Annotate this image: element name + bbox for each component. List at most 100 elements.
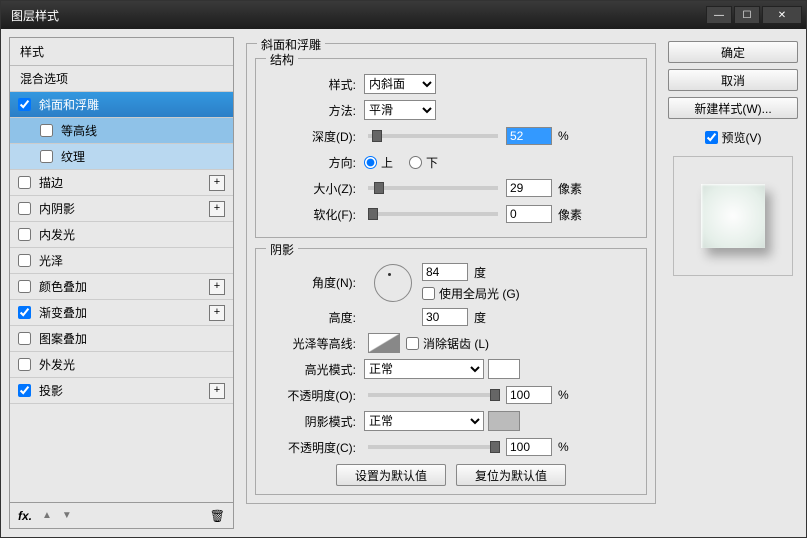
titlebar[interactable]: 图层样式 — ☐ ✕ [1, 1, 806, 29]
color-overlay-label: 颜色叠加 [39, 278, 87, 295]
add-drop-shadow-icon[interactable]: + [209, 383, 225, 399]
drop-shadow-checkbox[interactable] [18, 384, 31, 397]
effect-texture[interactable]: 纹理 [10, 144, 233, 170]
inner-shadow-checkbox[interactable] [18, 202, 31, 215]
move-up-icon[interactable]: ▲ [42, 510, 52, 521]
structure-legend: 结构 [266, 51, 298, 68]
sh-color-swatch[interactable] [488, 411, 520, 431]
dir-up-radio[interactable]: 上 [364, 154, 393, 171]
effects-header: 样式 [10, 38, 233, 66]
direction-label: 方向: [264, 154, 356, 171]
outer-glow-label: 外发光 [39, 356, 75, 373]
preview-checkbox[interactable]: 预览(V) [668, 129, 798, 146]
depth-slider[interactable] [368, 134, 498, 138]
window-title: 图层样式 [11, 7, 59, 24]
gloss-label: 光泽等高线: [264, 335, 356, 352]
depth-input[interactable] [506, 127, 552, 145]
size-input[interactable] [506, 179, 552, 197]
satin-checkbox[interactable] [18, 254, 31, 267]
hl-mode-select[interactable]: 正常 [364, 359, 484, 379]
size-label: 大小(Z): [264, 180, 356, 197]
effect-stroke[interactable]: 描边 + [10, 170, 233, 196]
close-button[interactable]: ✕ [762, 6, 802, 24]
effect-inner-glow[interactable]: 内发光 [10, 222, 233, 248]
soften-input[interactable] [506, 205, 552, 223]
minimize-button[interactable]: — [706, 6, 732, 24]
cancel-button[interactable]: 取消 [668, 69, 798, 91]
altitude-input[interactable] [422, 308, 468, 326]
add-color-overlay-icon[interactable]: + [209, 279, 225, 295]
move-down-icon[interactable]: ▼ [62, 510, 72, 521]
effect-satin[interactable]: 光泽 [10, 248, 233, 274]
sh-opacity-label: 不透明度(C): [264, 439, 356, 456]
blend-options-row[interactable]: 混合选项 [10, 66, 233, 92]
sh-opacity-unit: % [558, 440, 569, 454]
texture-label: 纹理 [61, 148, 85, 165]
trash-icon[interactable]: 🗑 [210, 509, 225, 523]
pattern-overlay-checkbox[interactable] [18, 332, 31, 345]
outer-glow-checkbox[interactable] [18, 358, 31, 371]
depth-unit: % [558, 129, 569, 143]
fx-icon[interactable]: fx. [18, 509, 32, 523]
effect-inner-shadow[interactable]: 内阴影 + [10, 196, 233, 222]
action-panel: 确定 取消 新建样式(W)... 预览(V) [668, 37, 798, 529]
technique-select[interactable]: 平滑 [364, 100, 436, 120]
new-style-button[interactable]: 新建样式(W)... [668, 97, 798, 119]
blend-options-label: 混合选项 [20, 70, 68, 87]
effect-color-overlay[interactable]: 颜色叠加 + [10, 274, 233, 300]
ok-button[interactable]: 确定 [668, 41, 798, 63]
effect-drop-shadow[interactable]: 投影 + [10, 378, 233, 404]
inner-glow-checkbox[interactable] [18, 228, 31, 241]
contour-checkbox[interactable] [40, 124, 53, 137]
add-gradient-overlay-icon[interactable]: + [209, 305, 225, 321]
color-overlay-checkbox[interactable] [18, 280, 31, 293]
gloss-contour-swatch[interactable] [368, 333, 400, 353]
bevel-group: 斜面和浮雕 结构 样式: 内斜面 方法: 平滑 深度(D): [246, 43, 656, 504]
global-light-check[interactable]: 使用全局光 (G) [422, 285, 520, 302]
inner-shadow-label: 内阴影 [39, 200, 75, 217]
size-slider[interactable] [368, 186, 498, 190]
altitude-unit: 度 [474, 309, 486, 326]
reset-default-button[interactable]: 复位为默认值 [456, 464, 566, 486]
texture-checkbox[interactable] [40, 150, 53, 163]
sh-mode-label: 阴影模式: [264, 413, 356, 430]
hl-color-swatch[interactable] [488, 359, 520, 379]
add-inner-shadow-icon[interactable]: + [209, 201, 225, 217]
sh-opacity-slider[interactable] [368, 445, 498, 449]
soften-slider[interactable] [368, 212, 498, 216]
shading-group: 阴影 角度(N): 度 使用全局光 (G) 高度: [255, 248, 647, 495]
style-label: 样式: [264, 76, 356, 93]
sh-opacity-input[interactable] [506, 438, 552, 456]
sh-mode-select[interactable]: 正常 [364, 411, 484, 431]
effect-bevel-emboss[interactable]: 斜面和浮雕 [10, 92, 233, 118]
effect-gradient-overlay[interactable]: 渐变叠加 + [10, 300, 233, 326]
add-stroke-icon[interactable]: + [209, 175, 225, 191]
inner-glow-label: 内发光 [39, 226, 75, 243]
hl-opacity-slider[interactable] [368, 393, 498, 397]
stroke-checkbox[interactable] [18, 176, 31, 189]
stroke-label: 描边 [39, 174, 63, 191]
effect-pattern-overlay[interactable]: 图案叠加 [10, 326, 233, 352]
depth-label: 深度(D): [264, 128, 356, 145]
soften-label: 软化(F): [264, 206, 356, 223]
soften-unit: 像素 [558, 206, 582, 223]
gradient-overlay-checkbox[interactable] [18, 306, 31, 319]
maximize-button[interactable]: ☐ [734, 6, 760, 24]
dir-down-radio[interactable]: 下 [409, 154, 438, 171]
make-default-button[interactable]: 设置为默认值 [336, 464, 446, 486]
angle-label: 角度(N): [264, 274, 356, 291]
effect-outer-glow[interactable]: 外发光 [10, 352, 233, 378]
window-controls: — ☐ ✕ [706, 6, 802, 24]
hl-opacity-unit: % [558, 388, 569, 402]
effect-contour[interactable]: 等高线 [10, 118, 233, 144]
angle-input[interactable] [422, 263, 468, 281]
antialias-check[interactable]: 消除锯齿 (L) [406, 335, 489, 352]
angle-wheel[interactable] [374, 264, 412, 302]
hl-opacity-input[interactable] [506, 386, 552, 404]
preview-swatch [701, 184, 765, 248]
style-select[interactable]: 内斜面 [364, 74, 436, 94]
pattern-overlay-label: 图案叠加 [39, 330, 87, 347]
angle-unit: 度 [474, 264, 486, 281]
size-unit: 像素 [558, 180, 582, 197]
bevel-checkbox[interactable] [18, 98, 31, 111]
